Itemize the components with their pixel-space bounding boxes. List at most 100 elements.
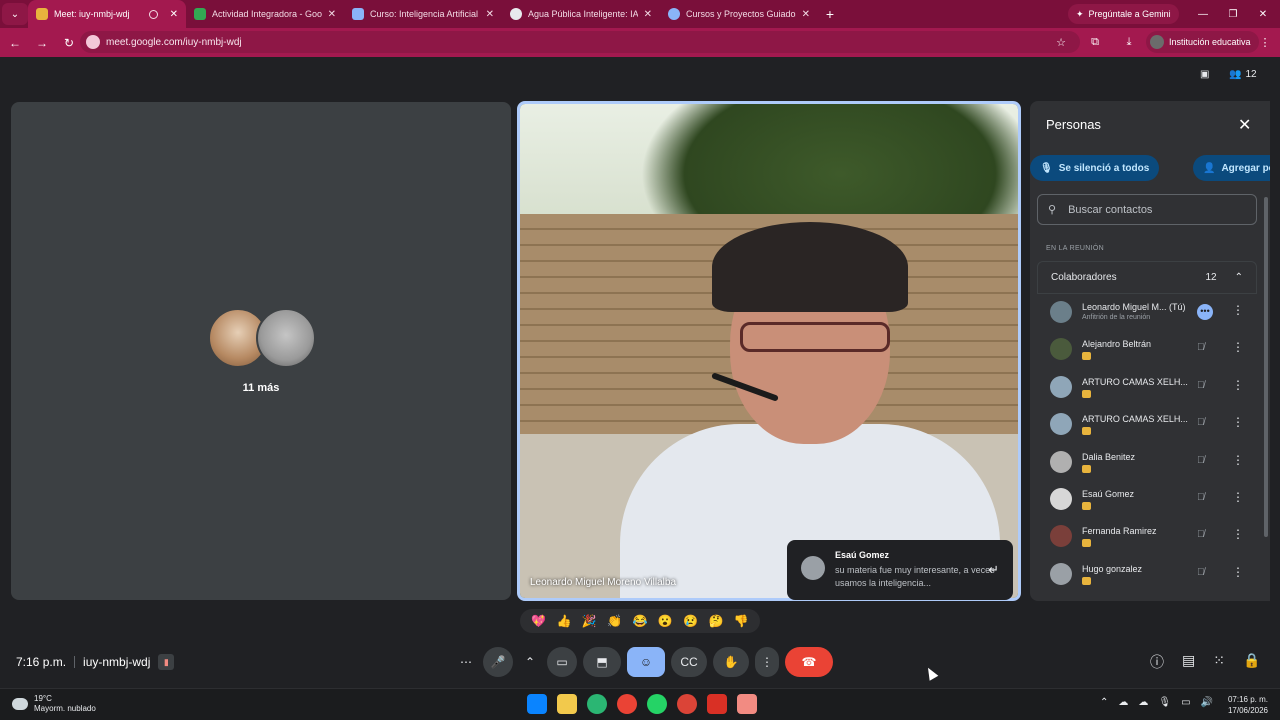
chevron-up-icon[interactable]: ⌃ [1235, 272, 1243, 283]
file-explorer-icon[interactable] [557, 694, 577, 714]
participant-badge-icon [1082, 464, 1091, 473]
tab-cursos-guiados[interactable]: Cursos y Proyectos Guiados ✕ [660, 0, 818, 28]
cloud-sync-icon[interactable]: ☁ [1138, 697, 1148, 708]
camera-button[interactable]: ▭ [547, 647, 577, 677]
volume-icon[interactable]: 🔊 [1201, 697, 1213, 708]
close-icon[interactable]: ✕ [1238, 115, 1251, 135]
participant-menu-icon[interactable]: ⋮ [1232, 453, 1244, 467]
minimize-icon[interactable]: — [1186, 0, 1220, 28]
participant-row[interactable]: Leonardo Miguel M... (Tú) Anfitrión de l… [1037, 294, 1257, 331]
participant-row[interactable]: Fernanda Ramirez 🎙̸ ⋮ [1037, 518, 1257, 555]
course-favicon-icon [352, 8, 364, 20]
system-clock[interactable]: 07:16 p. m. 17/06/2026 [1220, 694, 1268, 716]
host-controls-icon[interactable]: 🔒 [1243, 652, 1260, 672]
close-tab-icon[interactable]: ✕ [170, 9, 178, 20]
taskbar: 19°C Mayorm. nublado ⌃ ☁ ☁ 🎙 ▭ 🔊 07:16 p… [0, 688, 1280, 720]
chevron-up-icon[interactable]: ⌃ [519, 647, 541, 677]
reactions-button[interactable]: ☺ [627, 647, 665, 677]
reload-icon[interactable]: ↻ [57, 31, 81, 55]
close-tab-icon[interactable]: ✕ [328, 9, 336, 20]
participant-menu-icon[interactable]: ⋮ [1232, 527, 1244, 541]
new-tab-button[interactable]: + [818, 6, 842, 22]
raise-hand-button[interactable]: ✋ [713, 647, 749, 677]
microphone-icon[interactable]: 🎙 [1158, 697, 1171, 708]
download-icon[interactable]: ⤓ [1120, 33, 1138, 51]
reaction-sad-icon[interactable]: 😢 [683, 614, 698, 628]
tab-meet[interactable]: Meet: iuy-nmbj-wdj ✕ [28, 0, 186, 28]
gemini-button[interactable]: ✦ Pregúntale a Gemini [1068, 4, 1179, 24]
participant-menu-icon[interactable]: ⋮ [1232, 415, 1244, 429]
whatsapp-icon[interactable] [647, 694, 667, 714]
close-tab-icon[interactable]: ✕ [802, 9, 810, 20]
tab-search-button[interactable]: ⌄ [2, 3, 28, 25]
participant-row[interactable]: Dalia Benitez 🎙̸ ⋮ [1037, 444, 1257, 481]
more-options-icon[interactable]: ••• [1197, 304, 1213, 320]
tab-actividad[interactable]: Actividad Integradora - Google ✕ [186, 0, 344, 28]
group-header[interactable]: Colaboradores 12 ⌃ [1037, 261, 1257, 294]
reaction-laugh-icon[interactable]: 😂 [633, 614, 648, 628]
classroom-icon[interactable]: ▮ [158, 654, 175, 670]
reaction-party-icon[interactable]: 🎉 [582, 614, 597, 628]
close-tab-icon[interactable]: ✕ [644, 9, 652, 20]
app-icon[interactable] [737, 694, 757, 714]
participant-menu-icon[interactable]: ⋮ [1232, 340, 1244, 354]
others-tile[interactable]: 11 más [11, 102, 511, 600]
reply-icon[interactable]: ↵ [988, 562, 999, 578]
tab-agua[interactable]: Agua Pública Inteligente: IA pa ✕ [502, 0, 660, 28]
browser-menu-icon[interactable]: ⋮ [1256, 33, 1274, 51]
mic-button[interactable]: 🎤 [483, 647, 513, 677]
participant-menu-icon[interactable]: ⋮ [1232, 303, 1244, 317]
add-person-button[interactable]: 👤 Agregar persona [1193, 155, 1270, 181]
site-info-icon[interactable] [86, 35, 100, 49]
antivirus-icon[interactable] [707, 694, 727, 714]
close-tab-icon[interactable]: ✕ [486, 9, 494, 20]
participant-menu-icon[interactable]: ⋮ [1232, 490, 1244, 504]
reaction-surprised-icon[interactable]: 😮 [658, 614, 673, 628]
participant-row[interactable]: ARTURO CAMAS XELH... 🎙̸ ⋮ [1037, 406, 1257, 443]
more-audio-options-icon[interactable]: ⋯ [455, 647, 477, 677]
chevron-up-icon[interactable]: ⌃ [1100, 697, 1108, 708]
weather-widget[interactable]: 19°C Mayorm. nublado [12, 694, 96, 714]
chrome-icon[interactable] [617, 694, 637, 714]
reaction-thumbs-down-icon[interactable]: 👎 [734, 614, 749, 628]
weather-condition: Mayorm. nublado [34, 704, 96, 713]
restore-icon[interactable]: ❐ [1216, 0, 1250, 28]
hide-captions-icon[interactable]: ▣ [1200, 69, 1209, 80]
close-window-icon[interactable]: ✕ [1246, 0, 1280, 28]
onedrive-icon[interactable]: ☁ [1118, 697, 1128, 708]
search-input[interactable]: ⚲ Buscar contactos [1037, 194, 1257, 225]
forward-icon[interactable]: → [30, 31, 54, 55]
reaction-thumbs-up-icon[interactable]: 👍 [557, 614, 572, 628]
address-bar[interactable]: meet.google.com/iuy-nmbj-wdj [80, 31, 1080, 53]
participant-row[interactable]: Hugo gonzalez 🎙̸ ⋮ [1037, 556, 1257, 593]
participant-menu-icon[interactable]: ⋮ [1232, 565, 1244, 579]
reaction-clap-icon[interactable]: 👏 [607, 614, 622, 628]
mute-all-button[interactable]: 🎙 Se silenció a todos [1030, 155, 1160, 181]
chrome-profile-icon[interactable] [677, 694, 697, 714]
leave-call-button[interactable]: ☎ [785, 647, 833, 677]
bookmark-star-icon[interactable]: ☆ [1052, 33, 1070, 51]
start-icon[interactable] [527, 694, 547, 714]
reaction-thinking-icon[interactable]: 🤔 [708, 614, 723, 628]
panel-scrollbar[interactable] [1264, 197, 1268, 537]
participant-menu-icon[interactable]: ⋮ [1232, 378, 1244, 392]
chat-icon[interactable]: ▤ [1182, 652, 1195, 672]
profile-button[interactable]: Institución educativa [1146, 31, 1259, 53]
participant-row[interactable]: Alejandro Beltrán 🎙̸ ⋮ [1037, 331, 1257, 368]
reaction-heart-icon[interactable]: 💖 [531, 614, 546, 628]
participants-badge[interactable]: 👥 12 [1229, 69, 1257, 80]
more-options-button[interactable]: ⋮ [755, 647, 779, 677]
present-button[interactable]: ⬒ [583, 647, 621, 677]
participant-row[interactable]: ARTURO CAMAS XELH... 🎙̸ ⋮ [1037, 369, 1257, 406]
back-icon[interactable]: ← [3, 31, 27, 55]
participant-row[interactable]: Esaú Gomez 🎙̸ ⋮ [1037, 481, 1257, 518]
captions-button[interactable]: CC [671, 647, 707, 677]
tab-curso[interactable]: Curso: Inteligencia Artificial | p ✕ [344, 0, 502, 28]
chat-notification[interactable]: Esaú Gomez su materia fue muy interesant… [787, 540, 1013, 600]
display-icon[interactable]: ▭ [1181, 697, 1190, 708]
info-icon[interactable]: ⓘ [1150, 652, 1164, 672]
extensions-icon[interactable]: ⧉ [1086, 33, 1104, 51]
activities-icon[interactable]: ⁙ [1213, 652, 1225, 672]
speaker-video-tile[interactable]: Leonardo Miguel Moreno Villalba [517, 101, 1021, 601]
edge-icon[interactable] [587, 694, 607, 714]
